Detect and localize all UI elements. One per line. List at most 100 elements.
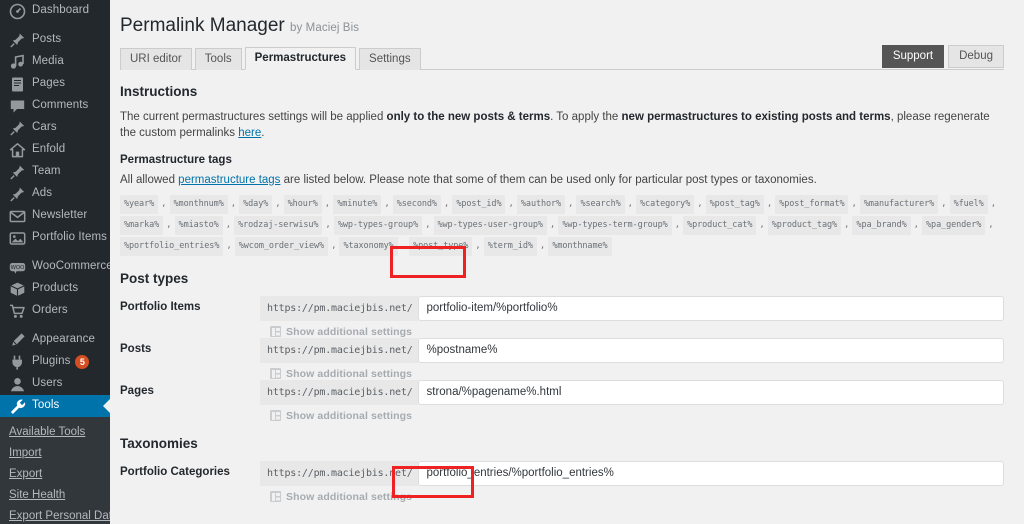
regenerate-permalinks-link[interactable]: here — [238, 127, 261, 139]
show-additional-settings-label: Show additional settings — [286, 491, 412, 503]
sidebar-item-newsletter[interactable]: Newsletter — [0, 205, 110, 227]
permastructure-input[interactable] — [418, 380, 1004, 405]
wordpress-admin-screen: Dashboard PostsMedia Pages CommentsCars Enfo… — [0, 0, 1024, 524]
sidebar-item-users[interactable]: Users — [0, 373, 110, 395]
permastructure-tag[interactable]: %portfolio_entries% — [120, 237, 223, 256]
permastructure-tag[interactable]: %hour% — [284, 195, 322, 214]
submenu-item-available-tools[interactable]: Available Tools — [0, 422, 110, 443]
show-additional-settings-toggle[interactable]: Show additional settings — [270, 410, 1004, 422]
permastructure-input[interactable] — [418, 296, 1004, 321]
show-additional-settings-toggle[interactable]: Show additional settings — [270, 491, 1004, 503]
permastructure-tag[interactable]: %category% — [636, 195, 694, 214]
tag-separator: , — [328, 238, 339, 255]
sidebar-item-label: Orders — [32, 305, 68, 317]
pin-icon — [9, 32, 26, 49]
support-button[interactable]: Support — [882, 45, 944, 68]
tab-permastructures[interactable]: Permastructures — [245, 47, 356, 70]
plug-icon — [9, 354, 26, 371]
tab-settings[interactable]: Settings — [359, 48, 421, 70]
permastructure-tag[interactable]: %wp-types-user-group% — [434, 216, 547, 235]
permastructure-tag[interactable]: %year% — [120, 195, 158, 214]
permastructure-tags-link[interactable]: permastructure tags — [178, 174, 280, 186]
permastructure-tag[interactable]: %post_format% — [775, 195, 848, 214]
permastructure-input[interactable] — [418, 461, 1004, 486]
permastructure-tag[interactable]: %taxonomy% — [339, 237, 397, 256]
permastructure-tag[interactable]: %second% — [393, 195, 441, 214]
sidebar-item-label: Enfold — [32, 144, 65, 156]
sidebar-item-portfolio-items[interactable]: Portfolio Items — [0, 227, 110, 249]
debug-button[interactable]: Debug — [948, 45, 1004, 68]
tag-separator: , — [625, 196, 636, 213]
sidebar-item-tools[interactable]: Tools — [0, 395, 110, 417]
sidebar-item-posts[interactable]: Posts — [0, 29, 110, 51]
admin-sidebar: Dashboard PostsMedia Pages CommentsCars Enfo… — [0, 0, 110, 524]
media-icon — [9, 54, 26, 71]
permastructure-tag[interactable]: %minute% — [333, 195, 381, 214]
sidebar-item-comments[interactable]: Comments — [0, 95, 110, 117]
permastructure-tag[interactable]: %product_tag% — [768, 216, 841, 235]
instructions-heading: Instructions — [120, 84, 1004, 99]
image-icon — [9, 230, 26, 247]
sidebar-item-enfold[interactable]: Enfold — [0, 139, 110, 161]
permastructure-row-label: Portfolio Categories — [120, 461, 260, 478]
tools-submenu: Available ToolsImportExportSite HealthEx… — [0, 417, 110, 524]
sidebar-item-label: Users — [32, 378, 63, 390]
permastructure-row: Postshttps://pm.maciejbis.net/Show addit… — [120, 338, 1004, 380]
permastructure-tag[interactable]: %term_id% — [484, 237, 537, 256]
user-icon — [9, 376, 26, 393]
permastructure-tag[interactable]: %wp-types-group% — [334, 216, 422, 235]
plugins-update-badge: 5 — [75, 355, 89, 369]
permastructure-field-row: Portfolio Categorieshttps://pm.maciejbis… — [120, 461, 1004, 486]
submenu-item-import[interactable]: Import — [0, 443, 110, 464]
tab-tools[interactable]: Tools — [195, 48, 242, 70]
permastructure-tag[interactable]: %manufacturer% — [860, 195, 938, 214]
sidebar-item-appearance[interactable]: Appearance — [0, 329, 110, 351]
permastructure-tag[interactable]: %search% — [576, 195, 624, 214]
permastructure-tag[interactable]: %miasto% — [175, 216, 223, 235]
sidebar-item-label: Portfolio Items — [32, 232, 107, 244]
permastructure-tag[interactable]: %product_cat% — [683, 216, 756, 235]
sidebar-item-label: Newsletter — [32, 210, 87, 222]
sidebar-item-label: WooCommerce — [32, 261, 110, 273]
sidebar-item-plugins[interactable]: Plugins5 — [0, 351, 110, 373]
sidebar-item-team[interactable]: Team — [0, 161, 110, 183]
permastructure-tag[interactable]: %fuel% — [950, 195, 988, 214]
permastructure-tag[interactable]: %monthnum% — [170, 195, 228, 214]
permastructure-input[interactable] — [418, 338, 1004, 363]
sidebar-item-label: Tools — [32, 400, 59, 412]
permastructure-tag[interactable]: %post_type% — [409, 237, 472, 256]
submenu-item-export[interactable]: Export — [0, 464, 110, 485]
sidebar-item-media[interactable]: Media — [0, 51, 110, 73]
sidebar-item-woocommerce[interactable]: WOOWooCommerce — [0, 256, 110, 278]
sidebar-item-orders[interactable]: Orders — [0, 300, 110, 322]
permastructure-tag[interactable]: %wp-types-term-group% — [558, 216, 671, 235]
permastructure-tags-heading: Permastructure tags — [120, 154, 1004, 166]
permastructure-tag[interactable]: %day% — [239, 195, 272, 214]
show-additional-settings-label: Show additional settings — [286, 326, 412, 338]
submenu-item-site-health[interactable]: Site Health — [0, 485, 110, 506]
sidebar-item-ads[interactable]: Ads — [0, 183, 110, 205]
sidebar-item-products[interactable]: Products — [0, 278, 110, 300]
permastructure-tag[interactable]: %post_tag% — [706, 195, 764, 214]
permastructure-field-row: Portfolio Itemshttps://pm.maciejbis.net/ — [120, 296, 1004, 321]
permastructure-tag[interactable]: %pa_brand% — [852, 216, 910, 235]
permastructure-tag[interactable]: %marka% — [120, 216, 163, 235]
permastructure-tag[interactable]: %post_id% — [452, 195, 505, 214]
submenu-item-export-personal-data[interactable]: Export Personal Data — [0, 506, 110, 524]
cart-icon — [9, 303, 26, 320]
sidebar-item-pages[interactable]: Pages — [0, 73, 110, 95]
tab-uri-editor[interactable]: URI editor — [120, 48, 192, 70]
permastructure-tag[interactable]: %wcom_order_view% — [235, 237, 328, 256]
permastructure-tag[interactable]: %monthname% — [548, 237, 611, 256]
sidebar-item-dashboard[interactable]: Dashboard — [0, 0, 110, 22]
show-additional-settings-toggle[interactable]: Show additional settings — [270, 326, 1004, 338]
sidebar-item-label: Pages — [32, 78, 65, 90]
sidebar-item-cars[interactable]: Cars — [0, 117, 110, 139]
permastructure-tag[interactable]: %author% — [517, 195, 565, 214]
permastructure-row-label: Pages — [120, 380, 260, 397]
permastructure-tag[interactable]: %pa_gender% — [922, 216, 985, 235]
show-additional-settings-toggle[interactable]: Show additional settings — [270, 368, 1004, 380]
permastructure-field-row: Postshttps://pm.maciejbis.net/ — [120, 338, 1004, 363]
tag-separator: , — [223, 238, 234, 255]
permastructure-tag[interactable]: %rodzaj-serwisu% — [234, 216, 322, 235]
